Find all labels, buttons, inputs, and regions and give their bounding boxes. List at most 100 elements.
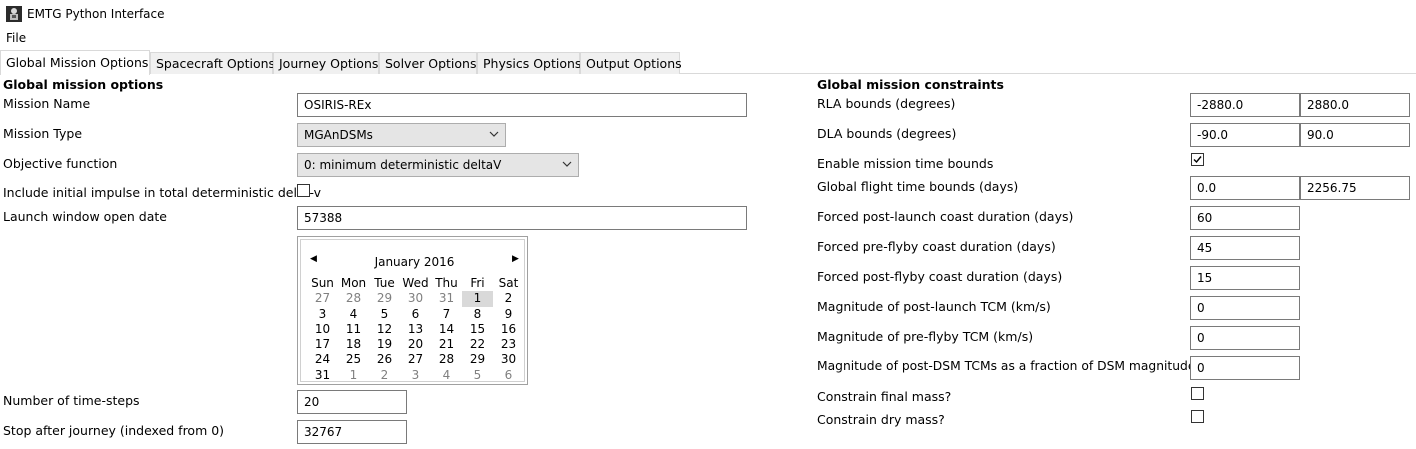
calendar-day-selected[interactable]: 1 [462, 291, 493, 307]
enable-time-bounds-checkbox[interactable] [1191, 153, 1204, 166]
calendar-weekday: Mon [340, 276, 367, 290]
calendar-day[interactable]: 31 [307, 368, 338, 383]
calendar-grid: Sun Mon Tue Wed Thu Fri Sat 27 28 29 30 … [307, 276, 524, 383]
calendar-day[interactable]: 5 [462, 368, 493, 383]
calendar-day[interactable]: 9 [493, 307, 524, 322]
calendar-day[interactable]: 25 [338, 352, 369, 367]
calendar-day[interactable]: 29 [462, 352, 493, 367]
calendar-weekday: Tue [374, 276, 395, 290]
calendar-day[interactable]: 28 [338, 291, 369, 306]
constrain-dry-mass-checkbox[interactable] [1191, 410, 1204, 423]
calendar-day[interactable]: 2 [369, 368, 400, 383]
pre-flyby-tcm-input[interactable]: 0 [1190, 326, 1300, 350]
calendar-day[interactable]: 11 [338, 322, 369, 337]
post-flyby-coast-label: Forced post-flyby coast duration (days) [817, 269, 1063, 284]
calendar-day[interactable]: 27 [307, 291, 338, 306]
calendar-day[interactable]: 3 [400, 368, 431, 383]
date-picker-calendar[interactable]: ◀ January 2016 ▶ Sun Mon Tue Wed Thu Fri… [297, 236, 528, 385]
calendar-next-month-icon[interactable]: ▶ [512, 254, 519, 264]
menu-file[interactable]: File [6, 31, 26, 45]
calendar-day[interactable]: 16 [493, 322, 524, 337]
calendar-day[interactable]: 4 [338, 307, 369, 322]
dla-bounds-label: DLA bounds (degrees) [817, 126, 957, 141]
tab-journey-options[interactable]: Journey Options [273, 52, 379, 74]
calendar-day[interactable]: 21 [431, 337, 462, 352]
calendar-day[interactable]: 4 [431, 368, 462, 383]
flight-time-min-input[interactable]: 0.0 [1190, 176, 1300, 200]
calendar-week-row: 27 28 29 30 31 1 2 [307, 291, 524, 307]
include-initial-impulse-checkbox[interactable] [297, 184, 310, 197]
launch-window-input[interactable]: 57388 [297, 206, 747, 230]
calendar-weekday: Wed [402, 276, 429, 290]
calendar-day[interactable]: 27 [400, 352, 431, 367]
time-steps-input[interactable]: 20 [297, 390, 407, 414]
stop-after-journey-input[interactable]: 32767 [297, 420, 407, 444]
pre-flyby-tcm-label: Magnitude of pre-flyby TCM (km/s) [817, 329, 1034, 344]
calendar-day[interactable]: 29 [369, 291, 400, 306]
calendar-day[interactable]: 19 [369, 337, 400, 352]
app-icon [6, 6, 22, 22]
post-launch-tcm-input[interactable]: 0 [1190, 296, 1300, 320]
calendar-day[interactable]: 13 [400, 322, 431, 337]
mission-type-select[interactable]: MGAnDSMs [297, 123, 506, 147]
post-flyby-coast-input[interactable]: 15 [1190, 266, 1300, 290]
tab-output-options[interactable]: Output Options [580, 52, 682, 74]
calendar-month-title: January 2016 [374, 255, 455, 269]
calendar-day[interactable]: 20 [400, 337, 431, 352]
calendar-day[interactable]: 1 [338, 368, 369, 383]
calendar-day[interactable]: 6 [400, 307, 431, 322]
calendar-day[interactable]: 30 [400, 291, 431, 306]
calendar-weekday: Thu [435, 276, 458, 290]
dla-min-input[interactable]: -90.0 [1190, 123, 1300, 147]
constrain-final-mass-label: Constrain final mass? [817, 389, 952, 404]
flight-time-max-input[interactable]: 2256.75 [1300, 176, 1410, 200]
calendar-week-row: 17 18 19 20 21 22 23 [307, 337, 524, 352]
calendar-day[interactable]: 28 [431, 352, 462, 367]
post-launch-coast-label: Forced post-launch coast duration (days) [817, 209, 1074, 224]
calendar-day[interactable]: 23 [493, 337, 524, 352]
calendar-day[interactable]: 12 [369, 322, 400, 337]
tab-solver-options[interactable]: Solver Options [379, 52, 477, 74]
calendar-day[interactable]: 8 [462, 307, 493, 322]
calendar-day[interactable]: 30 [493, 352, 524, 367]
objective-function-select[interactable]: 0: minimum deterministic deltaV [297, 153, 579, 177]
rla-min-input[interactable]: -2880.0 [1190, 93, 1300, 117]
chevron-down-icon [562, 161, 572, 167]
calendar-week-row: 10 11 12 13 14 15 16 [307, 322, 524, 337]
pre-flyby-coast-input[interactable]: 45 [1190, 236, 1300, 260]
post-dsm-tcm-input[interactable]: 0 [1190, 356, 1300, 380]
mission-name-label: Mission Name [3, 96, 91, 111]
tab-spacecraft-options[interactable]: Spacecraft Options [150, 52, 275, 74]
constrain-final-mass-checkbox[interactable] [1191, 387, 1204, 400]
tab-global-mission-options[interactable]: Global Mission Options [0, 50, 150, 75]
calendar-day[interactable]: 22 [462, 337, 493, 352]
time-steps-label: Number of time-steps [3, 393, 140, 408]
post-launch-coast-input[interactable]: 60 [1190, 206, 1300, 230]
global-mission-options-heading: Global mission options [3, 77, 164, 92]
calendar-day[interactable]: 5 [369, 307, 400, 322]
mission-type-value: MGAnDSMs [304, 128, 373, 142]
calendar-day[interactable]: 31 [431, 291, 462, 306]
calendar-day[interactable]: 10 [307, 322, 338, 337]
checkmark-icon [1193, 156, 1202, 164]
calendar-day[interactable]: 26 [369, 352, 400, 367]
tab-physics-options[interactable]: Physics Options [477, 52, 581, 74]
post-launch-tcm-label: Magnitude of post-launch TCM (km/s) [817, 299, 1051, 314]
calendar-day[interactable]: 2 [493, 291, 524, 306]
objective-function-value: 0: minimum deterministic deltaV [304, 158, 502, 172]
calendar-day[interactable]: 24 [307, 352, 338, 367]
constrain-dry-mass-label: Constrain dry mass? [817, 412, 945, 427]
dla-max-input[interactable]: 90.0 [1300, 123, 1410, 147]
calendar-day[interactable]: 17 [307, 337, 338, 352]
calendar-day[interactable]: 3 [307, 307, 338, 322]
objective-function-label: Objective function [3, 156, 118, 171]
calendar-day[interactable]: 6 [493, 368, 524, 383]
calendar-day[interactable]: 7 [431, 307, 462, 322]
calendar-frame: ◀ January 2016 ▶ Sun Mon Tue Wed Thu Fri… [300, 239, 525, 382]
calendar-day[interactable]: 18 [338, 337, 369, 352]
calendar-day[interactable]: 15 [462, 322, 493, 337]
calendar-day[interactable]: 14 [431, 322, 462, 337]
rla-max-input[interactable]: 2880.0 [1300, 93, 1410, 117]
pre-flyby-coast-label: Forced pre-flyby coast duration (days) [817, 239, 1056, 254]
mission-name-input[interactable]: OSIRIS-REx [297, 93, 747, 117]
